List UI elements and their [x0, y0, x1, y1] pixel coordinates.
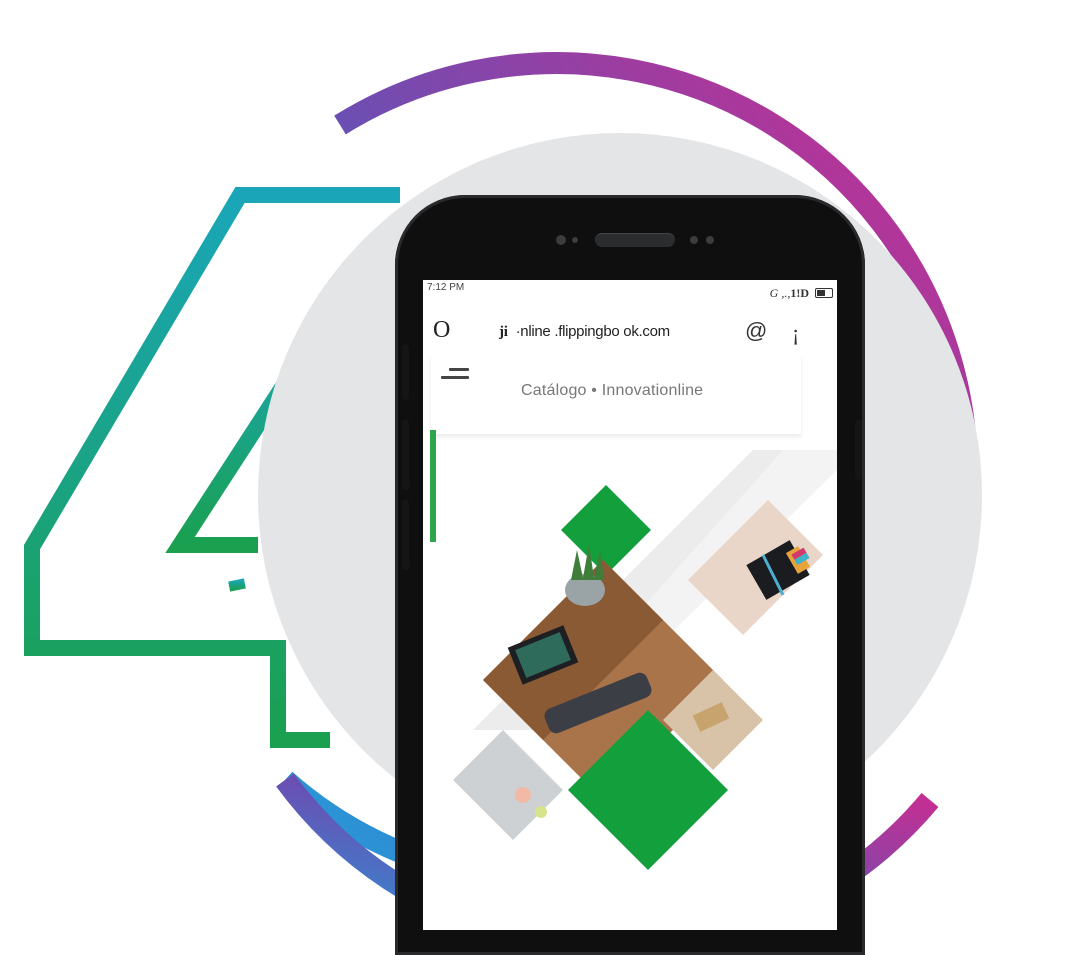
at-icon[interactable]: @: [745, 318, 767, 344]
status-indicators: G ,.,1!D: [770, 286, 809, 301]
info-icon[interactable]: ¡: [792, 320, 799, 346]
phone-side-button: [402, 420, 409, 490]
sensor-icon: [572, 237, 578, 243]
phone-side-button: [855, 420, 862, 480]
url-field[interactable]: ji ·nline .flippingbo ok.com: [499, 323, 670, 341]
sensor-icon: [690, 236, 698, 244]
phone-screen: 7:12 PM G ,.,1!D O ji ·nline .flippingbo …: [423, 280, 837, 930]
status-bold-text: 1!D: [790, 286, 809, 300]
url-text: ·nline .flippingbo ok.com: [515, 323, 671, 340]
green-diamond-top: [561, 485, 651, 575]
cable-photo-tile: [453, 730, 563, 840]
earpiece-speaker: [595, 233, 675, 247]
status-time: 7:12 PM: [427, 282, 465, 293]
page-header: Catálogo • Innovationline: [431, 354, 801, 434]
battery-icon: [815, 288, 833, 298]
hamburger-menu-icon[interactable]: [441, 368, 469, 390]
page-title: Catálogo • Innovationline: [521, 382, 704, 399]
phone-side-button: [402, 345, 409, 400]
catalog-cover-collage[interactable]: [423, 440, 837, 930]
sensor-icon: [706, 236, 714, 244]
phone-side-button: [402, 500, 409, 570]
status-signal-text: G ,.,: [769, 286, 791, 300]
status-bar: 7:12 PM G ,.,1!D: [423, 280, 837, 300]
browser-address-bar[interactable]: O ji ·nline .flippingbo ok.com @ ¡: [423, 314, 837, 350]
front-camera-icon: [556, 235, 566, 245]
home-icon[interactable]: O: [433, 317, 450, 344]
url-prefix: ji: [499, 324, 508, 340]
